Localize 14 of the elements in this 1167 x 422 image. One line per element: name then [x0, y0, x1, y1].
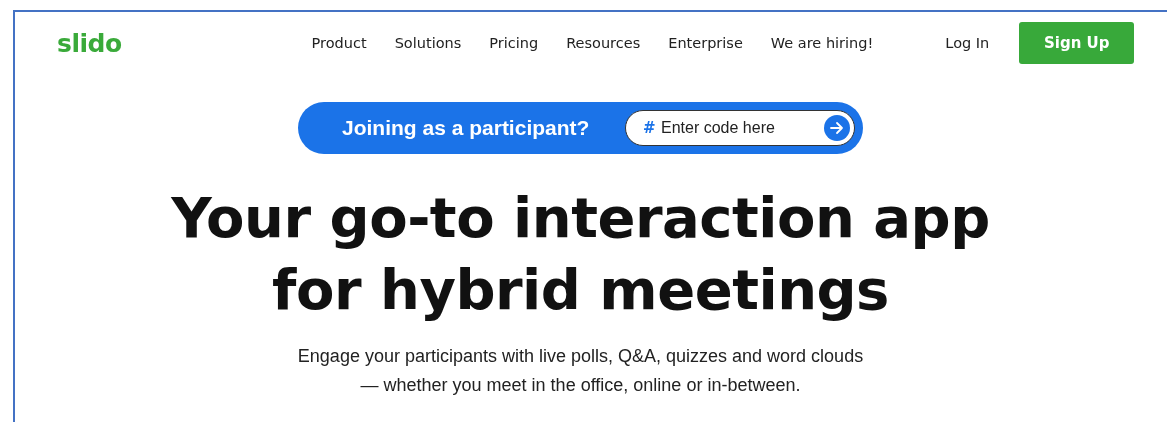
arrow-right-icon[interactable] — [824, 115, 850, 141]
hero-subtitle: — whether you meet in the office, online or in-between. — [360, 374, 801, 397]
nav-link[interactable]: Enterprise — [668, 35, 743, 51]
hero-title: for hybrid meetings — [272, 256, 889, 324]
nav-link[interactable]: Product — [311, 35, 367, 51]
join-label: Joining as a participant? — [342, 116, 590, 140]
login-link[interactable]: Log In — [945, 35, 990, 51]
hash-sign: # — [643, 119, 656, 137]
nav-link[interactable]: We are hiring! — [770, 35, 874, 51]
hero-title: Your go-to interaction app — [171, 184, 990, 252]
nav-link[interactable]: Resources — [566, 35, 641, 51]
hero-subtitle: Engage your participants with live polls, Q&A, quizzes and word clouds — [297, 345, 864, 368]
nav-link[interactable]: Pricing — [489, 35, 539, 51]
nav-link[interactable]: Solutions — [394, 35, 462, 51]
